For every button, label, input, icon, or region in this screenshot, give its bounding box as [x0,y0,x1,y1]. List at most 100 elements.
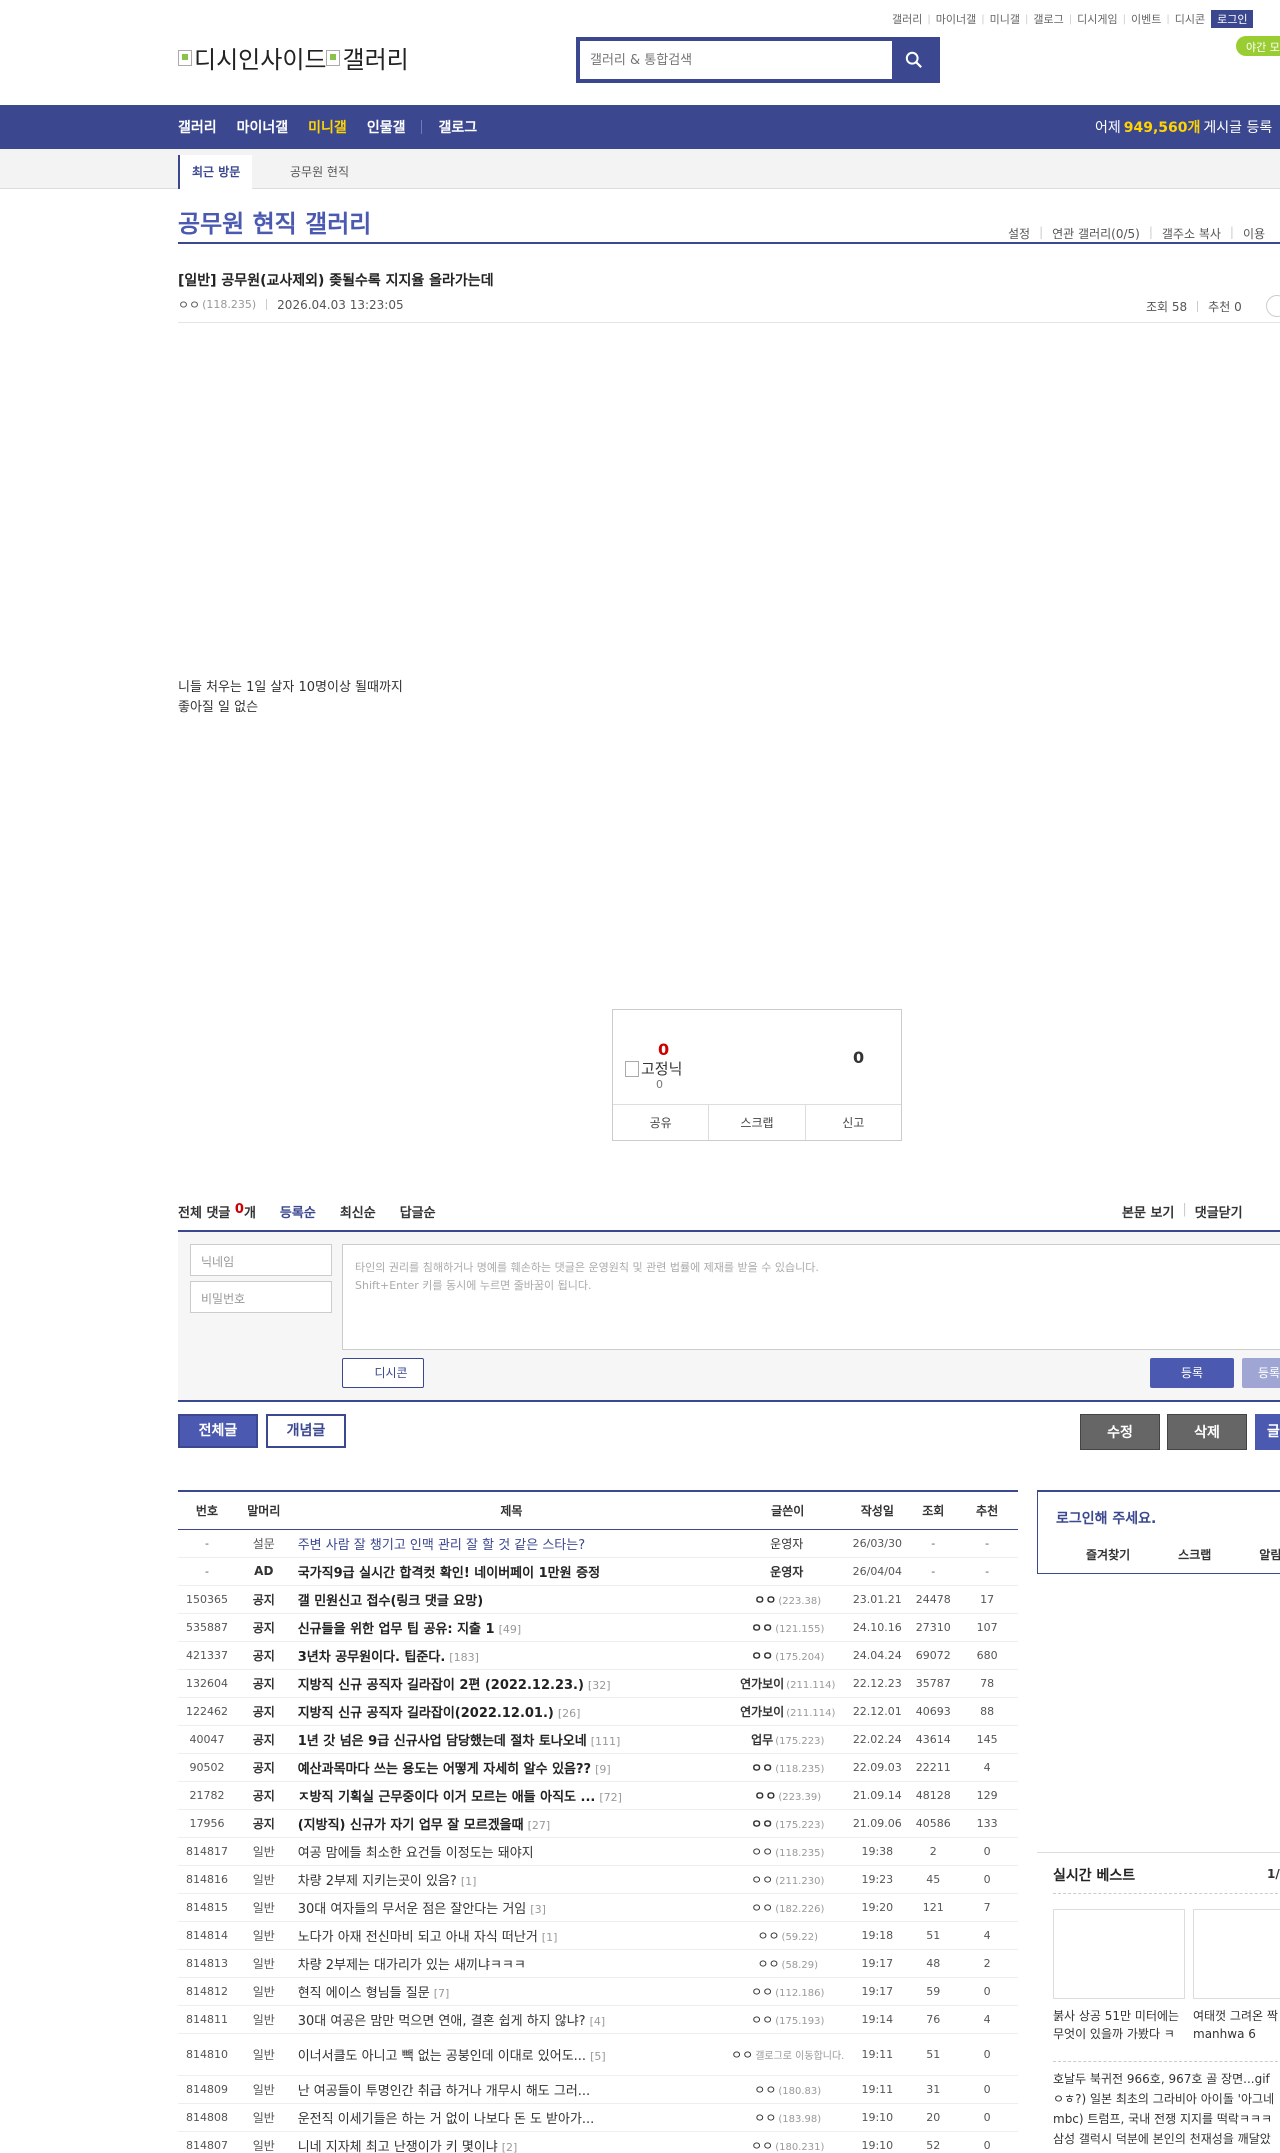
concept-posts-button[interactable]: 개념글 [266,1414,346,1448]
recent-visit-item[interactable]: 공무원 현직 [290,163,349,180]
post-subject-cell[interactable]: 주변 사람 잘 챙기고 인맥 관리 잘 할 것 같은 스타는? [291,1529,732,1558]
fixed-nick-recommend[interactable]: 고정닉 [625,1058,682,1079]
table-row[interactable]: 535887 공지 신규들을 위한 업무 팁 공유: 지출 1 [49] ㅇㅇ (121.… [178,1613,1018,1642]
post-writer-cell[interactable]: ㅇㅇ (180.231) [731,2131,845,2153]
usage-link[interactable]: 이용 [1243,225,1265,242]
site-logo[interactable]: 디시인사이드 갤러리 [178,40,409,75]
table-row[interactable]: 421337 공지 3년차 공무원이다. 팁준다. [183] ㅇㅇ (175.204) 2… [178,1641,1018,1670]
post-subject-cell[interactable]: 국가직9급 실시간 합격컷 확인! 네이버페이 1만원 증정 [291,1557,732,1586]
topnav-game-link[interactable]: 디시게임 [1077,11,1117,27]
post-writer-cell[interactable]: ㅇㅇ 갤로그로 이동합니다. [731,2033,845,2076]
table-row[interactable]: 814808 일반 운전직 이세기들은 하는 거 없이 나보다 돈 도 받아가...… [178,2103,1018,2132]
table-row[interactable]: 814816 일반 차량 2부제 지키는곳이 있음? [1] ㅇㅇ (211.230) 19… [178,1865,1018,1894]
post-subject[interactable]: 니네 지자체 최고 난쟁이가 키 몇이냐 [298,2140,498,2153]
table-row[interactable]: 40047 공지 1년 갓 넘은 9급 신규사업 담당했는데 절차 토나오네 [111… [178,1725,1018,1754]
post-subject[interactable]: 이너서클도 아니고 빽 없는 공붕인데 이대로 있어도... [298,2049,586,2064]
post-writer-cell[interactable]: 운영자 [731,1529,845,1558]
writer-name[interactable]: ㅇㅇ [751,2139,773,2153]
recent-visit-label[interactable]: 최근 방문 [178,155,253,189]
writer-name[interactable]: 업무 [751,1733,773,1747]
topnav-minor-link[interactable]: 마이너갤 [936,11,976,27]
reply-count[interactable]: [1] [542,1931,558,1944]
sort-by-registration[interactable]: 등록순 [280,1202,316,1221]
post-subject-cell[interactable]: 예산과목마다 쓰는 용도는 어떻게 자세히 알수 있음?? [9] [291,1753,732,1782]
post-subject[interactable]: 차량 2부제 지키는곳이 있음? [298,1874,457,1889]
writer-name[interactable]: 연가보이 [740,1705,784,1719]
settings-link[interactable]: 설정 [1008,225,1030,242]
table-row[interactable]: 814813 일반 차량 2부제는 대가리가 있는 새끼냐ㅋㅋㅋ ㅇㅇ (58.29) 1… [178,1949,1018,1978]
reply-count[interactable]: [27] [528,1819,551,1832]
post-writer-cell[interactable]: ㅇㅇ (118.235) [731,1753,845,1782]
post-subject[interactable]: ㅈ방직 기획실 근무중이다 이거 모르는 애들 아직도 ... [298,1790,596,1805]
post-subject-cell[interactable]: 갤 민원신고 접수(링크 댓글 요망) [291,1585,732,1614]
post-subject-cell[interactable]: 30대 여자들의 무서운 점은 잘안다는 거임 [3] [291,1893,732,1922]
comment-submit-recommend-button[interactable]: 등록 [1242,1358,1280,1388]
post-writer-cell[interactable]: 연가보이 (211.114) [731,1697,845,1726]
post-subject[interactable]: 30대 여자들의 무서운 점은 잘안다는 거임 [298,1902,527,1917]
post-subject-cell[interactable]: 차량 2부제는 대가리가 있는 새끼냐ㅋㅋㅋ [291,1949,732,1978]
writer-name[interactable]: ㅇㅇ [757,1957,779,1971]
reply-count[interactable]: [32] [588,1679,611,1692]
all-posts-button[interactable]: 전체글 [178,1414,258,1448]
best-caption[interactable]: 붉사 상공 51만 미터에는 무엇이 있을까 가봤다 ㅋ [1053,2007,1187,2043]
post-subject[interactable]: 30대 여공은 맘만 먹으면 연애, 결혼 쉽게 하지 않냐? [298,2014,586,2029]
best-list-item[interactable]: ㅇㅎ?) 일본 최초의 그라비아 아이돌 '아그네 [1053,2089,1280,2109]
close-comments-link[interactable]: 댓글닫기 [1195,1202,1243,1221]
table-row[interactable]: 814809 일반 난 여공들이 투명인간 취급 하거나 개무시 해도 그러... ㅇ… [178,2075,1018,2104]
view-body-link[interactable]: 본문 보기 [1122,1202,1174,1221]
copy-address-link[interactable]: 갤주소 복사 [1162,225,1221,242]
delete-button[interactable]: 삭제 [1167,1414,1247,1450]
sort-by-reply[interactable]: 답글순 [400,1202,436,1221]
related-gallery-link[interactable]: 연관 갤러리(0/5) [1052,225,1140,242]
post-writer-cell[interactable]: ㅇㅇ (223.38) [731,1585,845,1614]
scrap-link[interactable]: 스크랩 [1178,1546,1211,1563]
post-writer-cell[interactable]: ㅇㅇ (121.155) [731,1613,845,1642]
share-button[interactable]: 공유 [613,1105,710,1140]
post-subject-cell[interactable]: 지방직 신규 공직자 길라잡이(2022.12.01.) [26] [291,1697,732,1726]
nav-person-gallery[interactable]: 인물갤 [367,117,406,137]
best-caption[interactable]: 여태껏 그려온 짝 manhwa 6 [1193,2007,1280,2043]
reply-count[interactable]: [1] [461,1875,477,1888]
post-subject[interactable]: 현직 에이스 형님들 질문 [298,1986,430,2001]
best-list-item[interactable]: 삼성 갤럭시 덕분에 본인의 천재성을 깨달았 [1053,2129,1280,2149]
reply-count[interactable]: [7] [434,1987,450,2000]
post-subject-cell[interactable]: 현직 에이스 형님들 질문 [7] [291,1977,732,2006]
best-list-item[interactable]: mbc) 트럼프, 국내 전쟁 지지를 떡락ㅋㅋㅋ [1053,2109,1280,2129]
post-writer-cell[interactable]: ㅇㅇ (59.22) [731,1921,845,1950]
post-subject[interactable]: 운전직 이세기들은 하는 거 없이 나보다 돈 도 받아가... [298,2112,595,2127]
post-writer-cell[interactable]: ㅇㅇ (175.193) [731,2005,845,2034]
post-subject-cell[interactable]: ㅈ방직 기획실 근무중이다 이거 모르는 애들 아직도 ... [72] [291,1781,732,1810]
scrap-button[interactable]: 스크랩 [709,1105,806,1140]
table-row[interactable]: 814815 일반 30대 여자들의 무서운 점은 잘안다는 거임 [3] ㅇㅇ (182… [178,1893,1018,1922]
post-subject-cell[interactable]: 3년차 공무원이다. 팁준다. [183] [291,1641,732,1670]
table-row[interactable]: - 설문 주변 사람 잘 챙기고 인맥 관리 잘 할 것 같은 스타는? 운영자 26/… [178,1529,1018,1558]
login-button[interactable]: 로그인 [1211,10,1254,28]
nav-minor-gallery[interactable]: 마이너갤 [237,117,289,137]
nav-mini-gallery[interactable]: 미니갤 [308,117,347,137]
post-subject[interactable]: 여공 맘에들 최소한 요건들 이정도는 돼야지 [298,1846,534,1861]
post-writer-cell[interactable]: ㅇㅇ (182.226) [731,1893,845,1922]
writer-name[interactable]: ㅇㅇ [754,1789,776,1803]
post-subject[interactable]: 1년 갓 넘은 9급 신규사업 담당했는데 절차 토나오네 [298,1734,587,1749]
table-row[interactable]: 132604 공지 지방직 신규 공직자 길라잡이 2편 (2022.12.23.)… [178,1669,1018,1698]
table-row[interactable]: 814814 일반 노다가 아재 전신마비 되고 아내 자식 떠난거 [1] ㅇㅇ (59… [178,1921,1018,1950]
post-subject[interactable]: 신규들을 위한 업무 팁 공유: 지출 1 [298,1622,495,1637]
post-writer-cell[interactable]: ㅇㅇ (183.98) [731,2103,845,2132]
dccon-button[interactable]: 디시콘 [342,1358,424,1388]
best-thumbnail[interactable] [1053,1909,1185,1999]
nav-gallery[interactable]: 갤러리 [178,117,217,137]
reply-count[interactable]: [111] [591,1735,621,1748]
post-writer-cell[interactable]: ㅇㅇ (223.39) [731,1781,845,1810]
writer-name[interactable]: ㅇㅇ [751,1985,773,1999]
writer-gallog-note[interactable]: 갤로그로 이동합니다. [755,2051,844,2062]
night-mode-toggle[interactable]: 야간 모 [1236,36,1280,56]
post-writer-cell[interactable]: ㅇㅇ (118.235) [731,1837,845,1866]
writer-name[interactable]: ㅇㅇ [751,2013,773,2027]
comment-textarea[interactable]: 타인의 권리를 침해하거나 명예를 훼손하는 댓글은 운영원칙 및 관련 법률에… [342,1244,1280,1350]
post-writer-cell[interactable]: 연가보이 (211.114) [731,1669,845,1698]
search-input[interactable] [580,41,892,79]
writer-name[interactable]: ㅇㅇ [754,2083,776,2097]
writer-name[interactable]: ㅇㅇ [751,1901,773,1915]
post-subject[interactable]: 3년차 공무원이다. 팁준다. [298,1650,446,1665]
favorites-link[interactable]: 즐겨찾기 [1086,1546,1130,1563]
